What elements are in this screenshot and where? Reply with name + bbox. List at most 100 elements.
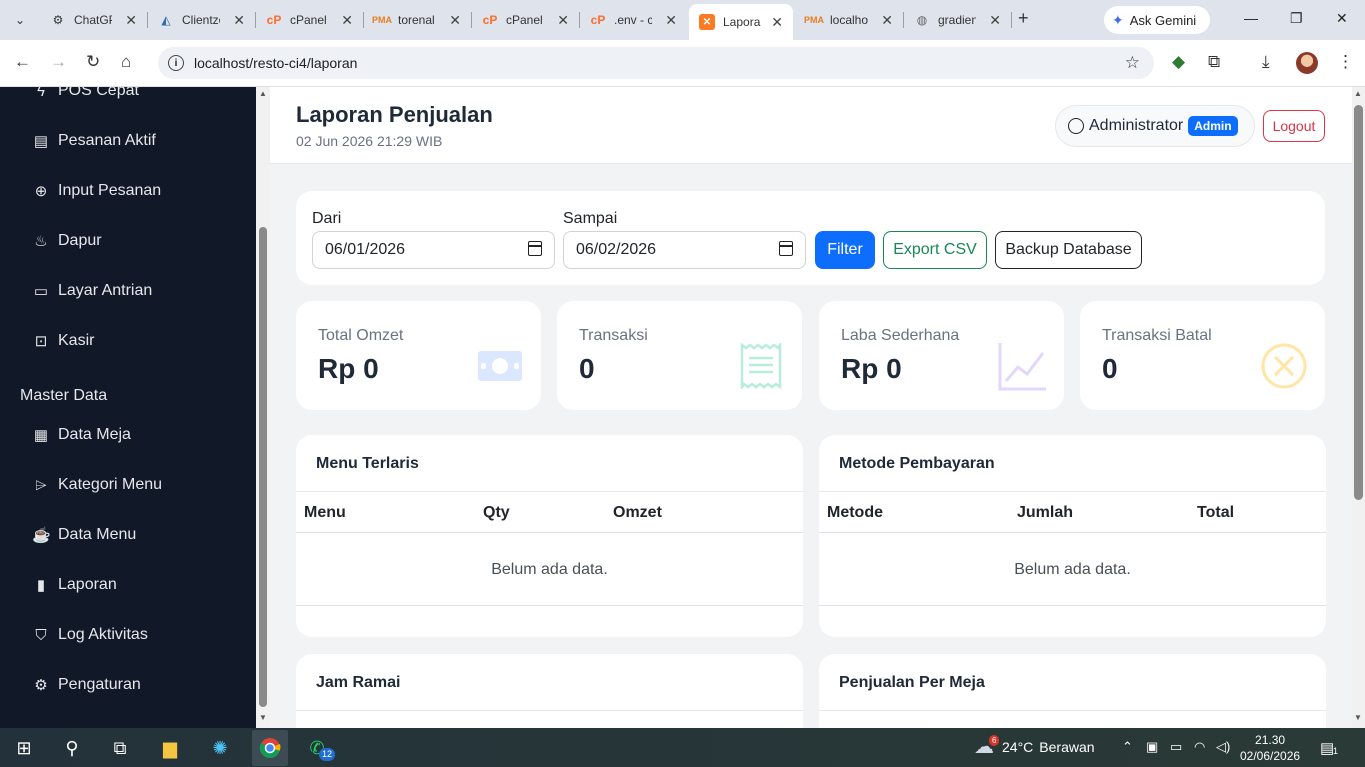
xampp-icon: ✕ — [699, 14, 715, 30]
page-subtitle: 02 Jun 2026 21:29 WIB — [296, 133, 443, 149]
sidebar-item-data-menu[interactable]: ☕ Data Menu — [32, 526, 136, 544]
close-icon[interactable]: ✕ — [881, 12, 893, 29]
scroll-down-icon[interactable]: ▼ — [1354, 713, 1362, 722]
close-icon[interactable]: ✕ — [341, 12, 353, 29]
close-icon[interactable]: ✕ — [233, 12, 245, 29]
filter-button[interactable]: Filter — [815, 231, 875, 269]
logout-button[interactable]: Logout — [1263, 110, 1325, 142]
column-header: Qty — [483, 504, 510, 521]
browser-tab[interactable]: ◍ gradient ✕ — [904, 6, 1011, 34]
wifi-icon[interactable]: ◠ — [1194, 739, 1205, 755]
file-explorer-icon[interactable]: ▆ — [158, 736, 182, 760]
sidebar-scrollbar[interactable]: ▲ ▼ — [256, 87, 270, 728]
sidebar-item-pengaturan[interactable]: ⚙ Pengaturan — [32, 676, 140, 694]
forward-icon[interactable]: → — [50, 52, 67, 72]
ask-gemini-button[interactable]: ✦ Ask Gemini — [1104, 6, 1210, 34]
sidebar-item-laporan[interactable]: ▮ Laporan — [32, 576, 117, 594]
network-app-icon[interactable]: ✺ — [208, 736, 232, 760]
browser-tab[interactable]: cP cPanel ✕ — [256, 6, 363, 34]
sidebar-item-pesanan-aktif[interactable]: ▤ Pesanan Aktif — [32, 132, 156, 150]
battery-icon[interactable]: ▭ — [1170, 739, 1182, 755]
search-icon[interactable]: ⚲ — [60, 736, 84, 760]
sidebar-item-layar-antrian[interactable]: ▭ Layar Antrian — [32, 282, 152, 300]
close-icon[interactable]: ✕ — [989, 12, 1001, 29]
site-info-icon[interactable]: i — [168, 55, 184, 71]
scroll-up-icon[interactable]: ▲ — [259, 89, 267, 98]
sidebar-item-data-meja[interactable]: ▦ Data Meja — [32, 426, 131, 444]
user-name: Administrator — [1089, 117, 1184, 134]
address-bar-row: ← → ↻ ⌂ i localhost/resto-ci4/laporan ☆ … — [0, 40, 1365, 87]
weather-widget[interactable]: ☁ 6 24°C Berawan — [974, 734, 1095, 759]
browser-tab[interactable]: PMA localhost ✕ — [796, 6, 903, 34]
extension-icon[interactable]: ◆ — [1172, 52, 1185, 72]
weather-badge: 6 — [989, 735, 1000, 746]
sidebar-item-dapur[interactable]: ♨ Dapur — [32, 232, 101, 250]
stat-card-transaksi-batal: Transaksi Batal 0 — [1080, 301, 1325, 410]
backup-database-button[interactable]: Backup Database — [995, 231, 1142, 269]
browser-tab[interactable]: PMA torenal ✕ — [364, 6, 471, 34]
column-header: Omzet — [613, 504, 662, 521]
more-menu-icon[interactable]: ⋮ — [1337, 52, 1354, 72]
page-title: Laporan Penjualan — [296, 102, 493, 127]
close-icon[interactable]: ✕ — [771, 14, 783, 31]
from-date-label: Dari — [312, 210, 342, 227]
column-header: Menu — [304, 504, 346, 521]
close-icon[interactable]: ✕ — [449, 12, 461, 29]
new-tab-button[interactable]: + — [1018, 8, 1029, 29]
scroll-up-icon[interactable]: ▲ — [1354, 89, 1362, 98]
scrollbar-thumb[interactable] — [1354, 105, 1363, 500]
url-bar[interactable]: i localhost/resto-ci4/laporan ☆ — [158, 47, 1154, 79]
taskbar-clock[interactable]: 21.30 02/06/2026 — [1240, 732, 1300, 764]
scroll-down-icon[interactable]: ▼ — [259, 713, 267, 722]
minimize-button[interactable]: — — [1244, 10, 1258, 26]
panel-title: Jam Ramai — [316, 674, 401, 691]
tab-search-button[interactable]: ⌄ — [8, 8, 32, 32]
main-scrollbar[interactable]: ▲ ▼ — [1352, 87, 1365, 728]
browser-tab[interactable]: ⚙ ChatGPT ✕ — [40, 6, 147, 34]
sidebar-item-pos-cepat[interactable]: ϟ POS Cepat — [32, 87, 139, 100]
calendar-icon[interactable] — [779, 241, 793, 256]
sidebar: ϟ POS Cepat ▤ Pesanan Aktif ⊕ Input Pesa… — [0, 87, 256, 728]
restore-button[interactable]: ❐ — [1290, 10, 1303, 27]
bookmark-star-icon[interactable]: ☆ — [1125, 53, 1140, 73]
browser-tab-active[interactable]: ✕ Laporan ✕ — [689, 4, 793, 40]
home-icon[interactable]: ⌂ — [121, 52, 131, 72]
user-menu[interactable]: Administrator Admin — [1055, 105, 1255, 147]
back-icon[interactable]: ← — [14, 52, 31, 72]
close-window-button[interactable]: ✕ — [1336, 10, 1348, 27]
cup-icon: ☕ — [32, 527, 51, 544]
panel-title: Menu Terlaris — [316, 455, 419, 472]
chevron-down-icon: ⌄ — [14, 13, 26, 27]
panel-title: Metode Pembayaran — [839, 455, 995, 472]
extensions-puzzle-icon[interactable]: ⧉ — [1208, 52, 1220, 72]
browser-tab[interactable]: ◭ Clientzone ✕ — [148, 6, 255, 34]
profile-avatar[interactable] — [1296, 52, 1318, 74]
receipt-icon — [740, 343, 782, 389]
tray-app-icon[interactable]: ▣ — [1146, 739, 1158, 755]
close-icon[interactable]: ✕ — [557, 12, 569, 29]
from-date-input[interactable]: 06/01/2026 — [312, 231, 555, 269]
task-view-icon[interactable]: ⧉ — [108, 736, 132, 760]
sidebar-item-log-aktivitas[interactable]: ⛉ Log Aktivitas — [32, 626, 147, 644]
tray-chevron-icon[interactable]: ⌃ — [1122, 739, 1133, 755]
to-date-input[interactable]: 06/02/2026 — [563, 231, 806, 269]
column-header: Total — [1197, 504, 1235, 521]
main-content: Laporan Penjualan 02 Jun 2026 21:29 WIB … — [270, 87, 1352, 728]
browser-tab[interactable]: cP .env - c ✕ — [580, 6, 687, 34]
volume-icon[interactable]: ◁) — [1216, 739, 1230, 755]
sidebar-item-kasir[interactable]: ⊡ Kasir — [32, 332, 95, 350]
export-csv-button[interactable]: Export CSV — [883, 231, 987, 269]
scrollbar-thumb[interactable] — [259, 227, 267, 707]
sidebar-item-kategori-menu[interactable]: ⌲ Kategori Menu — [32, 476, 162, 494]
windows-start-icon[interactable]: ⊞ — [12, 736, 36, 760]
gemini-icon: ✦ — [1112, 11, 1124, 28]
calendar-icon[interactable] — [528, 241, 542, 256]
sidebar-item-input-pesanan[interactable]: ⊕ Input Pesanan — [32, 182, 162, 200]
close-icon[interactable]: ✕ — [665, 12, 677, 29]
download-icon[interactable]: ⤓ — [1262, 52, 1270, 72]
close-icon[interactable]: ✕ — [125, 12, 137, 29]
browser-tab[interactable]: cP cPanel ✕ — [472, 6, 579, 34]
reload-icon[interactable]: ↻ — [86, 52, 100, 72]
chrome-taskbar-icon[interactable] — [252, 730, 288, 766]
windows-taskbar: ⊞ ⚲ ⧉ ▆ ✺ ✆ 12 ☁ 6 24°C Berawan ⌃ ▣ ▭ ◠ … — [0, 728, 1365, 767]
